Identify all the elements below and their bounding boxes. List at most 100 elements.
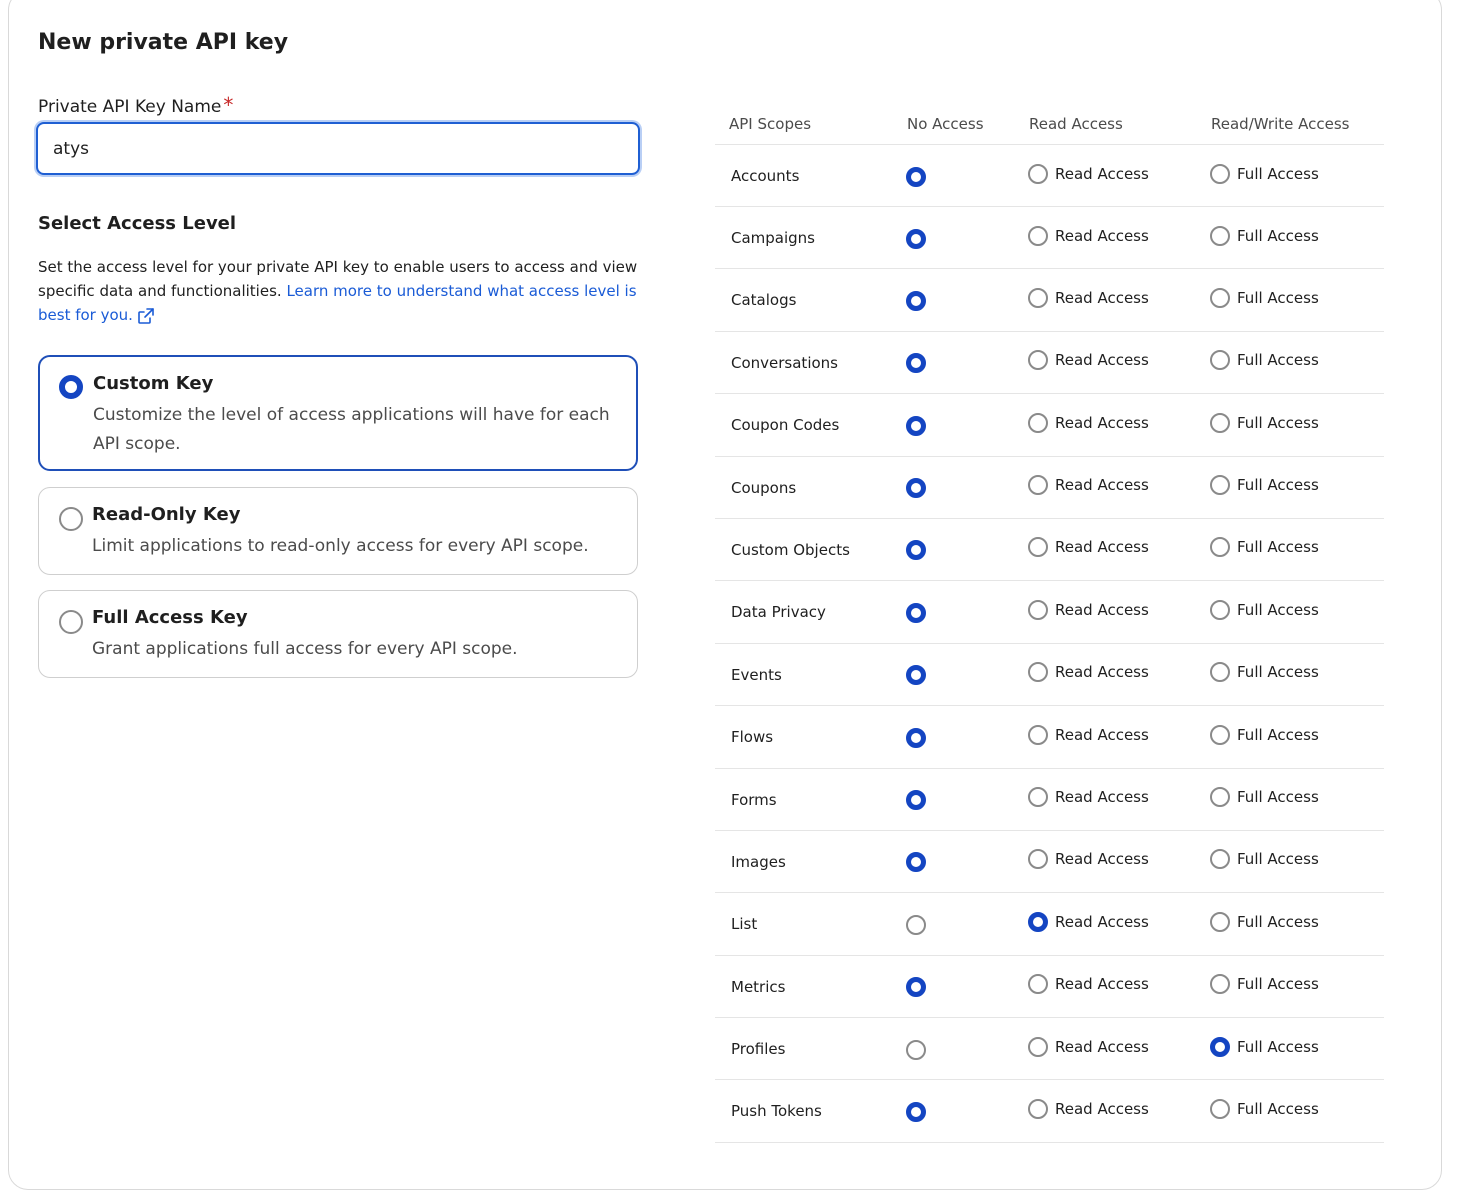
read-access-option[interactable]: Read Access: [1028, 911, 1149, 932]
read-access-radio[interactable]: [1028, 1036, 1048, 1057]
read-access-option[interactable]: Read Access: [1028, 225, 1149, 246]
no-access-radio[interactable]: [906, 415, 926, 436]
full-access-option[interactable]: Full Access: [1210, 1036, 1319, 1057]
full-access-radio[interactable]: [1210, 412, 1230, 433]
no-access-option[interactable]: [906, 228, 926, 249]
read-access-radio[interactable]: [1028, 599, 1048, 620]
full-access-radio[interactable]: [1210, 1036, 1230, 1057]
no-access-radio[interactable]: [906, 1101, 926, 1122]
full-access-radio[interactable]: [1210, 225, 1230, 246]
full-access-radio[interactable]: [1210, 287, 1230, 308]
full-access-radio[interactable]: [1210, 475, 1230, 496]
read-access-option[interactable]: Read Access: [1028, 974, 1149, 995]
no-access-option[interactable]: [906, 1101, 926, 1122]
full-access-radio[interactable]: [1210, 1098, 1230, 1119]
read-access-radio[interactable]: [1028, 787, 1048, 808]
full-access-option[interactable]: Full Access: [1210, 163, 1319, 184]
read-access-radio[interactable]: [1028, 849, 1048, 870]
read-access-radio[interactable]: [1028, 974, 1048, 995]
full-access-radio[interactable]: [1210, 350, 1230, 371]
full-access-radio[interactable]: [1210, 163, 1230, 184]
full-access-option[interactable]: Full Access: [1210, 537, 1319, 558]
no-access-option[interactable]: [906, 1039, 926, 1060]
read-access-option[interactable]: Read Access: [1028, 599, 1149, 620]
full-access-option[interactable]: Full Access: [1210, 911, 1319, 932]
read-access-radio[interactable]: [1028, 287, 1048, 308]
no-access-radio[interactable]: [906, 290, 926, 311]
read-access-radio[interactable]: [1028, 911, 1048, 932]
no-access-radio[interactable]: [906, 478, 926, 499]
read-access-option[interactable]: Read Access: [1028, 163, 1149, 184]
full-access-option[interactable]: Full Access: [1210, 599, 1319, 620]
read-access-option[interactable]: Read Access: [1028, 724, 1149, 745]
no-access-radio[interactable]: [906, 914, 926, 935]
read-access-option[interactable]: Read Access: [1028, 412, 1149, 433]
read-access-radio[interactable]: [1028, 163, 1048, 184]
no-access-radio[interactable]: [906, 540, 926, 561]
full-access-option[interactable]: Full Access: [1210, 1098, 1319, 1119]
full-access-option[interactable]: Full Access: [1210, 475, 1319, 496]
full-access-option[interactable]: Full Access: [1210, 287, 1319, 308]
no-access-option[interactable]: [906, 977, 926, 998]
no-access-radio[interactable]: [906, 166, 926, 187]
full-access-option[interactable]: Full Access: [1210, 849, 1319, 870]
no-access-option[interactable]: [906, 665, 926, 686]
full-access-option[interactable]: Full Access: [1210, 412, 1319, 433]
no-access-radio[interactable]: [906, 977, 926, 998]
full-access-option[interactable]: Full Access: [1210, 225, 1319, 246]
read-only-key-option[interactable]: Read-Only Key Limit applications to read-…: [38, 487, 638, 575]
full-access-key-radio[interactable]: [59, 610, 83, 634]
read-access-radio[interactable]: [1028, 724, 1048, 745]
no-access-option[interactable]: [906, 914, 926, 935]
read-access-radio[interactable]: [1028, 350, 1048, 371]
full-access-radio[interactable]: [1210, 911, 1230, 932]
read-access-option[interactable]: Read Access: [1028, 475, 1149, 496]
no-access-option[interactable]: [906, 415, 926, 436]
read-access-radio[interactable]: [1028, 225, 1048, 246]
no-access-radio[interactable]: [906, 852, 926, 873]
read-access-option[interactable]: Read Access: [1028, 287, 1149, 308]
full-access-radio[interactable]: [1210, 849, 1230, 870]
custom-key-option[interactable]: Custom Key Customize the level of access …: [38, 355, 638, 471]
full-access-radio[interactable]: [1210, 537, 1230, 558]
read-access-radio[interactable]: [1028, 662, 1048, 683]
no-access-radio[interactable]: [906, 790, 926, 811]
full-access-option[interactable]: Full Access: [1210, 350, 1319, 371]
read-access-option[interactable]: Read Access: [1028, 787, 1149, 808]
full-access-radio[interactable]: [1210, 662, 1230, 683]
no-access-radio[interactable]: [906, 602, 926, 623]
no-access-option[interactable]: [906, 353, 926, 374]
no-access-option[interactable]: [906, 478, 926, 499]
no-access-radio[interactable]: [906, 228, 926, 249]
read-access-radio[interactable]: [1028, 412, 1048, 433]
no-access-radio[interactable]: [906, 727, 926, 748]
no-access-option[interactable]: [906, 290, 926, 311]
read-only-key-radio[interactable]: [59, 507, 83, 531]
no-access-option[interactable]: [906, 852, 926, 873]
read-access-radio[interactable]: [1028, 475, 1048, 496]
read-access-radio[interactable]: [1028, 537, 1048, 558]
no-access-radio[interactable]: [906, 1039, 926, 1060]
read-access-option[interactable]: Read Access: [1028, 662, 1149, 683]
no-access-option[interactable]: [906, 540, 926, 561]
full-access-radio[interactable]: [1210, 974, 1230, 995]
no-access-radio[interactable]: [906, 665, 926, 686]
read-access-option[interactable]: Read Access: [1028, 849, 1149, 870]
no-access-option[interactable]: [906, 727, 926, 748]
no-access-option[interactable]: [906, 602, 926, 623]
no-access-option[interactable]: [906, 166, 926, 187]
full-access-key-option[interactable]: Full Access Key Grant applications full a…: [38, 590, 638, 678]
read-access-option[interactable]: Read Access: [1028, 350, 1149, 371]
full-access-radio[interactable]: [1210, 599, 1230, 620]
full-access-radio[interactable]: [1210, 724, 1230, 745]
read-access-option[interactable]: Read Access: [1028, 537, 1149, 558]
full-access-option[interactable]: Full Access: [1210, 662, 1319, 683]
no-access-option[interactable]: [906, 790, 926, 811]
read-access-option[interactable]: Read Access: [1028, 1036, 1149, 1057]
full-access-option[interactable]: Full Access: [1210, 724, 1319, 745]
full-access-radio[interactable]: [1210, 787, 1230, 808]
no-access-radio[interactable]: [906, 353, 926, 374]
read-access-radio[interactable]: [1028, 1098, 1048, 1119]
full-access-option[interactable]: Full Access: [1210, 787, 1319, 808]
read-access-option[interactable]: Read Access: [1028, 1098, 1149, 1119]
